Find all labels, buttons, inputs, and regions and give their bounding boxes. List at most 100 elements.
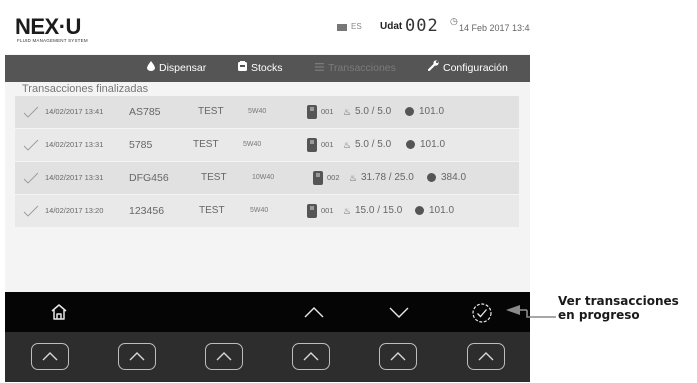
progress-check-icon: [472, 303, 492, 323]
row-volume: 5.0 / 5.0: [355, 106, 392, 117]
check-icon: [23, 195, 39, 227]
volume-icon: ♨: [343, 140, 352, 150]
hardware-button-5[interactable]: [379, 343, 417, 370]
row-oil: 5W40: [243, 141, 262, 148]
row-plate: 123456: [129, 205, 165, 217]
volume-icon: ♨: [343, 206, 352, 216]
nav-stocks-label: Stocks: [251, 62, 283, 74]
row-date: 14/02/2017 13:41: [45, 107, 104, 116]
chevron-up-icon: [42, 352, 58, 361]
chevron-up-icon: [390, 352, 406, 361]
odometer-icon: [415, 206, 424, 215]
transaction-row[interactable]: 14/02/2017 13:41 AS785 TEST 5W40 001 ♨ 5…: [15, 96, 519, 128]
transaction-row[interactable]: 14/02/2017 13:31 5785 TEST 5W40 001 ♨ 5.…: [15, 129, 519, 161]
row-odometer: 101.0: [429, 205, 455, 216]
callout-line-1: Ver transacciones: [558, 294, 679, 308]
check-icon: [23, 162, 39, 194]
row-tank: 001: [321, 107, 334, 116]
row-type: TEST: [199, 205, 225, 216]
odometer-icon: [405, 107, 414, 116]
chevron-up-icon: [304, 307, 324, 318]
volume-icon: ♨: [343, 107, 352, 117]
main-nav: Dispensar Stocks Transacciones Configura…: [5, 55, 530, 82]
transaction-row[interactable]: 14/02/2017 13:31 DFG456 TEST 10W40 002 ♨…: [15, 162, 519, 194]
hardware-button-1[interactable]: [31, 343, 69, 370]
nav-configuracion-label: Configuración: [443, 62, 508, 74]
row-odometer: 101.0: [419, 106, 445, 117]
tank-icon: [307, 204, 317, 218]
screen: NEX·U FLUID MANAGEMENT SYSTEM ES Udat 00…: [5, 4, 530, 292]
row-type: TEST: [201, 172, 227, 183]
udat-value: 002: [405, 16, 439, 36]
chevron-down-icon: [389, 307, 409, 318]
udat-label: Udat: [380, 21, 403, 32]
flag-icon: [337, 24, 347, 31]
row-tank: 001: [321, 206, 334, 215]
hardware-button-3[interactable]: [205, 343, 243, 370]
tank-icon: [307, 138, 317, 152]
row-type: TEST: [193, 139, 219, 150]
row-date: 14/02/2017 13:31: [45, 140, 104, 149]
row-odometer: 101.0: [420, 139, 446, 150]
home-button[interactable]: [39, 292, 79, 332]
home-icon: [51, 304, 67, 320]
transaction-row[interactable]: 14/02/2017 13:20 123456 TEST 5W40 001 ♨ …: [15, 195, 519, 227]
hardware-button-6[interactable]: [467, 343, 505, 370]
row-tank: 001: [321, 140, 334, 149]
row-oil: 5W40: [248, 108, 267, 115]
logo-text: NEX·U: [15, 14, 81, 39]
transactions-in-progress-button[interactable]: [461, 292, 501, 332]
row-oil: 5W40: [250, 207, 269, 214]
header: NEX·U FLUID MANAGEMENT SYSTEM ES Udat 00…: [5, 4, 530, 54]
nav-transacciones-label: Transacciones: [328, 62, 396, 74]
hardware-buttons: [5, 332, 530, 382]
tank-icon: [313, 171, 323, 185]
callout-line-2: en progreso: [558, 308, 640, 322]
chevron-up-icon: [129, 352, 145, 361]
row-plate: AS785: [129, 106, 161, 118]
row-plate: 5785: [129, 139, 153, 151]
language-code[interactable]: ES: [351, 22, 362, 31]
row-plate: DFG456: [129, 172, 169, 184]
device-frame: NEX·U FLUID MANAGEMENT SYSTEM ES Udat 00…: [5, 4, 530, 382]
tank-icon: [238, 55, 247, 82]
odometer-icon: [427, 173, 436, 182]
callout-label: Ver transacciones en progreso: [558, 294, 679, 322]
wrench-icon: [427, 55, 439, 82]
row-type: TEST: [198, 106, 224, 117]
row-tank: 002: [327, 173, 340, 182]
logo: NEX·U FLUID MANAGEMENT SYSTEM: [15, 14, 125, 46]
scroll-down-button[interactable]: [378, 292, 418, 332]
chevron-up-icon: [478, 352, 494, 361]
hardware-button-2[interactable]: [118, 343, 156, 370]
scroll-up-button[interactable]: [293, 292, 333, 332]
transaction-list: 14/02/2017 13:41 AS785 TEST 5W40 001 ♨ 5…: [15, 96, 519, 228]
nav-dispensar[interactable]: Dispensar: [147, 55, 206, 82]
nav-transacciones[interactable]: Transacciones: [315, 55, 396, 82]
hardware-button-4[interactable]: [292, 343, 330, 370]
row-volume: 5.0 / 5.0: [355, 139, 392, 150]
odometer-icon: [406, 140, 415, 149]
row-oil: 10W40: [252, 174, 275, 181]
chevron-up-icon: [216, 352, 232, 361]
nav-dispensar-label: Dispensar: [159, 62, 207, 74]
chevron-up-icon: [303, 352, 319, 361]
list-icon: [315, 55, 324, 82]
drop-icon: [147, 55, 155, 82]
tank-icon: [307, 105, 317, 119]
row-volume: 15.0 / 15.0: [355, 205, 403, 216]
clock-icon: ◷: [450, 16, 458, 26]
list-title: Transacciones finalizadas: [22, 83, 149, 95]
volume-icon: ♨: [349, 173, 358, 183]
nav-configuracion[interactable]: Configuración: [427, 55, 508, 82]
navigation-bar: [5, 292, 530, 332]
row-volume: 31.78 / 25.0: [361, 172, 414, 183]
logo-subtitle: FLUID MANAGEMENT SYSTEM: [17, 38, 88, 43]
row-date: 14/02/2017 13:31: [45, 173, 104, 182]
callout-arrow: [506, 305, 556, 318]
nav-stocks[interactable]: Stocks: [238, 55, 283, 82]
check-icon: [23, 129, 39, 161]
row-odometer: 384.0: [441, 172, 467, 183]
check-icon: [23, 96, 39, 128]
row-date: 14/02/2017 13:20: [45, 206, 104, 215]
